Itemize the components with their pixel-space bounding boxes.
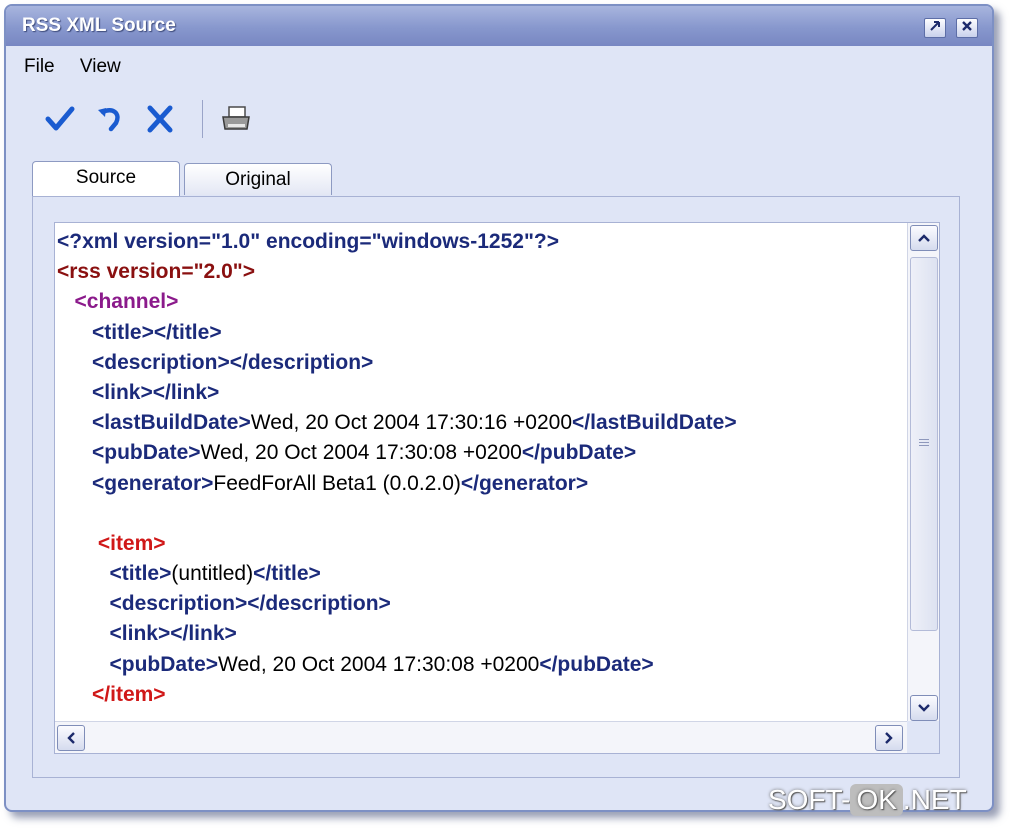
print-button[interactable] — [212, 96, 260, 142]
xml-code: <?xml version="1.0" encoding="windows-12… — [57, 227, 737, 710]
undo-button[interactable] — [86, 96, 134, 142]
watermark: SOFT- OK .NET — [768, 784, 967, 816]
close-icon — [962, 21, 972, 31]
xml-source-view[interactable]: <?xml version="1.0" encoding="windows-12… — [54, 222, 940, 754]
code-line: <title></title> — [92, 320, 222, 344]
watermark-left: SOFT- — [768, 784, 851, 815]
code-line: <rss version="2.0"> — [57, 260, 255, 284]
grip-line — [919, 439, 929, 440]
code-line: <title>(untitled)</title> — [109, 562, 321, 586]
scrollbar-corner — [907, 721, 939, 753]
close-x-icon — [147, 105, 173, 133]
code-line: <channel> — [74, 290, 179, 314]
scroll-up-button[interactable] — [910, 225, 938, 251]
code-line: <lastBuildDate>Wed, 20 Oct 2004 17:30:16… — [92, 411, 737, 435]
minimize-icon — [930, 21, 940, 31]
scroll-right-button[interactable] — [875, 725, 903, 751]
watermark-right: .NET — [902, 784, 967, 815]
grip-line — [919, 445, 929, 446]
code-line: <?xml version="1.0" encoding="windows-12… — [57, 230, 559, 253]
grip-line — [919, 442, 929, 443]
chevron-right-icon — [885, 732, 893, 744]
code-line: <pubDate>Wed, 20 Oct 2004 17:30:08 +0200… — [109, 652, 654, 676]
menu-view[interactable]: View — [80, 56, 121, 77]
code-line: <pubDate>Wed, 20 Oct 2004 17:30:08 +0200… — [92, 441, 637, 465]
toolbar-separator — [202, 100, 203, 138]
code-line: <item> — [97, 531, 166, 555]
undo-icon — [98, 107, 120, 132]
title-bar[interactable]: RSS XML Source — [6, 6, 992, 46]
chevron-up-icon — [918, 234, 930, 242]
window-title: RSS XML Source — [22, 15, 176, 36]
tab-source[interactable]: Source — [32, 161, 180, 196]
minimize-button[interactable] — [924, 18, 946, 38]
close-window-button[interactable] — [956, 18, 978, 38]
vertical-scroll-thumb[interactable] — [910, 257, 938, 631]
chevron-left-icon — [67, 732, 75, 744]
code-line: <generator>FeedForAll Beta1 (0.0.2.0)</g… — [92, 471, 589, 495]
menu-file[interactable]: File — [24, 56, 55, 77]
tab-original[interactable]: Original — [184, 163, 332, 195]
checkmark-icon — [45, 106, 75, 131]
menu-bar: File View — [24, 56, 141, 78]
code-line: </item> — [92, 682, 166, 706]
horizontal-scrollbar[interactable] — [55, 721, 909, 753]
chevron-down-icon — [918, 704, 930, 712]
code-line: <link></link> — [109, 622, 237, 646]
cancel-button[interactable] — [136, 96, 184, 142]
code-line: <link></link> — [92, 380, 220, 404]
scroll-down-button[interactable] — [910, 695, 938, 721]
code-line: <description></description> — [109, 592, 391, 616]
vertical-scrollbar[interactable] — [907, 223, 939, 723]
accept-button[interactable] — [36, 96, 84, 142]
code-line: <description></description> — [92, 350, 374, 374]
watermark-ok: OK — [850, 784, 903, 816]
scroll-left-button[interactable] — [57, 725, 85, 751]
printer-icon — [222, 106, 250, 130]
